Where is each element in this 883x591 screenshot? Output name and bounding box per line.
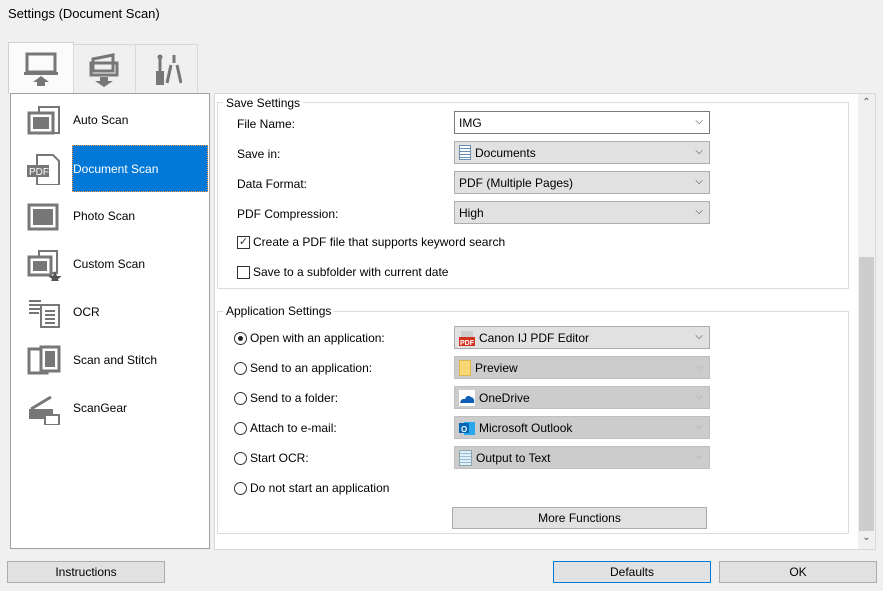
- chevron-down-icon: ⌵: [695, 421, 703, 432]
- send-to-application-combo[interactable]: Preview ⌵: [454, 356, 710, 379]
- defaults-button[interactable]: Defaults: [553, 561, 711, 583]
- save-in-label: Save in:: [237, 147, 281, 161]
- keyword-search-checkbox[interactable]: ✓ Create a PDF file that supports keyword…: [237, 235, 505, 249]
- svg-text:O: O: [461, 425, 467, 434]
- scan-type-sidebar: Auto Scan PDF Document Scan Photo Scan C…: [10, 93, 210, 549]
- radio-start-ocr[interactable]: Start OCR:: [234, 451, 309, 465]
- radio-icon: [234, 451, 247, 465]
- ocr-icon: [29, 300, 60, 328]
- tab-scan-from-panel[interactable]: [73, 44, 136, 94]
- sidebar-item-photo-scan[interactable]: Photo Scan: [11, 193, 209, 241]
- onedrive-icon: [459, 389, 475, 406]
- pdf-compression-label: PDF Compression:: [237, 207, 339, 221]
- radio-icon: [234, 421, 247, 435]
- data-format-value: PDF (Multiple Pages): [459, 175, 574, 190]
- chevron-down-icon: ⌵: [695, 176, 703, 187]
- custom-scan-icon: [27, 250, 61, 281]
- svg-text:PDF: PDF: [460, 340, 475, 346]
- sidebar-item-document-scan[interactable]: PDF Document Scan: [11, 145, 209, 193]
- documents-icon: [459, 145, 471, 160]
- application-combo[interactable]: PDF Canon IJ PDF Editor ⌵: [454, 326, 710, 349]
- subfolder-checkbox[interactable]: Save to a subfolder with current date: [237, 265, 448, 279]
- auto-scan-icon: [27, 106, 60, 135]
- option-value: Output to Text: [476, 450, 551, 465]
- save-in-combo[interactable]: Documents ⌵: [454, 141, 710, 164]
- radio-icon: [234, 391, 247, 405]
- start-ocr-combo[interactable]: Output to Text ⌵: [454, 446, 710, 469]
- radio-attach-to-email[interactable]: Attach to e-mail:: [234, 421, 337, 435]
- scanner-download-icon: [89, 52, 118, 87]
- save-in-value: Documents: [475, 145, 536, 160]
- vertical-scrollbar[interactable]: ⌃ ⌄: [858, 94, 875, 549]
- tab-general-settings[interactable]: [135, 44, 198, 94]
- scroll-up-icon[interactable]: ⌃: [858, 97, 875, 108]
- file-name-value: IMG: [459, 115, 482, 130]
- chevron-down-icon: ⌵: [695, 331, 703, 342]
- file-name-label: File Name:: [237, 117, 296, 131]
- scroll-down-icon[interactable]: ⌄: [858, 532, 875, 543]
- pdf-document-icon: PDF: [27, 154, 60, 185]
- data-format-combo[interactable]: PDF (Multiple Pages) ⌵: [454, 171, 710, 194]
- option-label: Send to a folder:: [250, 391, 339, 405]
- canon-pdf-editor-icon: PDF: [459, 330, 475, 346]
- more-functions-button[interactable]: More Functions: [452, 507, 707, 529]
- subfolder-label: Save to a subfolder with current date: [253, 265, 449, 279]
- scangear-icon: [29, 395, 60, 425]
- save-settings-title: Save Settings: [223, 96, 304, 110]
- tools-icon: [155, 54, 182, 85]
- radio-do-not-start[interactable]: Do not start an application: [234, 481, 389, 495]
- pdf-compression-combo[interactable]: High ⌵: [454, 201, 710, 224]
- radio-icon: [234, 331, 247, 345]
- tab-scan-from-computer[interactable]: [8, 42, 74, 94]
- application-settings-title: Application Settings: [223, 304, 335, 318]
- scrollbar-thumb[interactable]: [859, 257, 874, 531]
- sidebar-item-scangear[interactable]: ScanGear: [11, 385, 209, 433]
- sidebar-item-scan-and-stitch[interactable]: Scan and Stitch: [11, 337, 209, 385]
- option-label: Start OCR:: [250, 451, 309, 465]
- computer-upload-icon: [24, 52, 58, 86]
- notepad-icon: [459, 449, 472, 466]
- data-format-label: Data Format:: [237, 177, 308, 191]
- chevron-down-icon: ⌵: [695, 451, 703, 462]
- application-settings-group: Application Settings Open with an applic…: [217, 304, 849, 534]
- checkmark-icon: ✓: [237, 235, 250, 249]
- radio-open-with-application[interactable]: Open with an application:: [234, 331, 385, 345]
- scan-stitch-icon: [27, 345, 61, 375]
- option-value: Preview: [475, 360, 518, 375]
- send-to-folder-combo[interactable]: OneDrive ⌵: [454, 386, 710, 409]
- photo-scan-icon: [27, 203, 59, 231]
- radio-icon: [234, 361, 247, 375]
- folder-icon: [459, 359, 471, 376]
- option-value: OneDrive: [479, 390, 530, 405]
- chevron-down-icon: ⌵: [695, 361, 703, 372]
- sidebar-item-auto-scan[interactable]: Auto Scan: [11, 97, 209, 145]
- pdf-compression-value: High: [459, 205, 484, 220]
- option-label: Open with an application:: [250, 331, 385, 345]
- outlook-icon: O: [459, 421, 475, 435]
- sidebar-item-ocr[interactable]: OCR: [11, 289, 209, 337]
- attach-to-email-combo[interactable]: O Microsoft Outlook ⌵: [454, 416, 710, 439]
- instructions-button[interactable]: Instructions: [7, 561, 165, 583]
- checkbox-box: [237, 265, 250, 279]
- window-title: Settings (Document Scan): [8, 6, 160, 21]
- chevron-down-icon: ⌵: [695, 146, 703, 157]
- radio-icon: [234, 481, 247, 495]
- option-value: Canon IJ PDF Editor: [479, 330, 590, 345]
- save-settings-group: Save Settings File Name: IMG ⌵ Save in: D…: [217, 96, 849, 289]
- settings-panel: Save Settings File Name: IMG ⌵ Save in: D…: [214, 93, 876, 550]
- option-label: Attach to e-mail:: [250, 421, 337, 435]
- chevron-down-icon: ⌵: [695, 206, 703, 217]
- option-label: Send to an application:: [250, 361, 373, 375]
- svg-text:PDF: PDF: [29, 167, 49, 178]
- radio-send-to-folder[interactable]: Send to a folder:: [234, 391, 338, 405]
- radio-send-to-application[interactable]: Send to an application:: [234, 361, 372, 375]
- sidebar-item-custom-scan[interactable]: Custom Scan: [11, 241, 209, 289]
- file-name-combo[interactable]: IMG ⌵: [454, 111, 710, 134]
- chevron-down-icon: ⌵: [695, 391, 703, 402]
- option-value: Microsoft Outlook: [479, 420, 573, 435]
- keyword-search-label: Create a PDF file that supports keyword …: [253, 235, 506, 249]
- option-label: Do not start an application: [250, 481, 390, 495]
- ok-button[interactable]: OK: [719, 561, 877, 583]
- chevron-down-icon: ⌵: [695, 116, 703, 127]
